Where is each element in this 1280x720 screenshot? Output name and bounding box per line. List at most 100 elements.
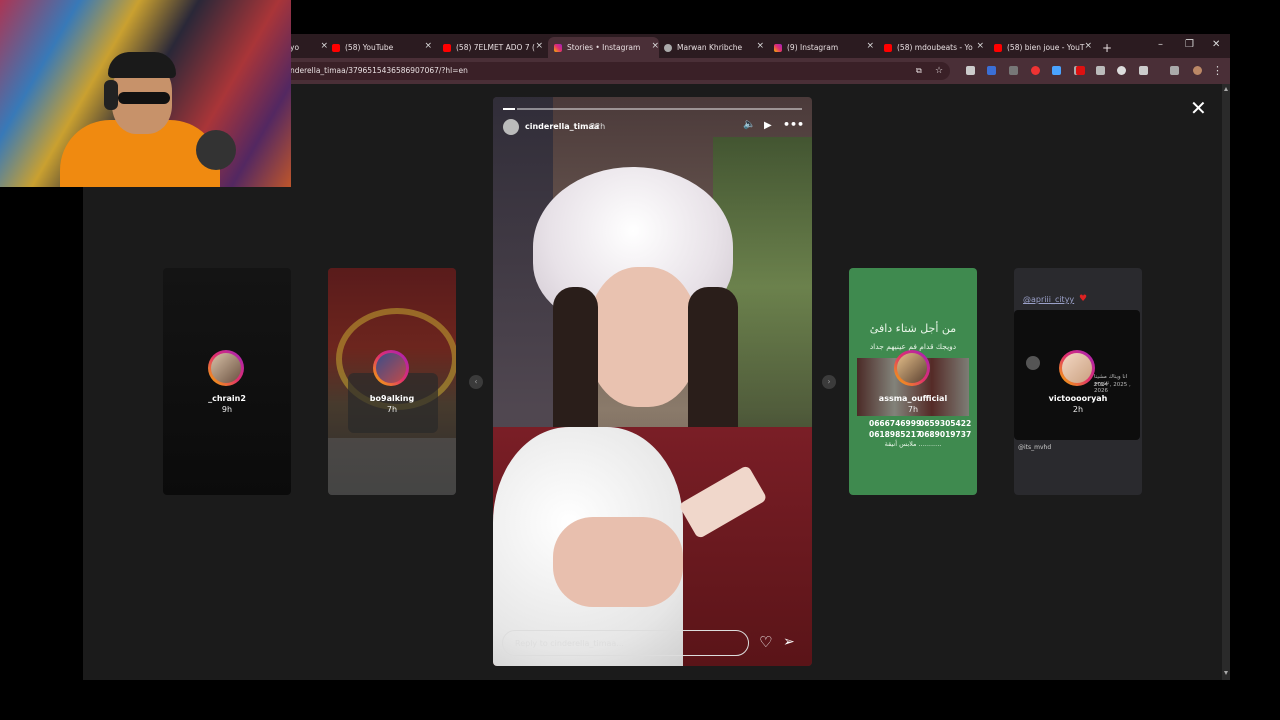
instagram-icon: [774, 43, 782, 52]
browser-tab[interactable]: (58) bien joue - YouT ×: [994, 37, 1092, 58]
tab-label: (9) Instagram: [787, 43, 839, 52]
tab-label: (58) mdoubeats - Yo: [897, 43, 973, 52]
ublock-icon[interactable]: [1076, 66, 1085, 75]
story-username: _chrain2: [208, 394, 246, 403]
story-time: 7h: [907, 405, 919, 414]
volume-icon[interactable]: 🔈: [743, 119, 755, 130]
red-heart-icon: ♥: [1079, 294, 1088, 304]
extension-icon[interactable]: [1009, 66, 1018, 75]
webcam-overlay: [0, 0, 291, 187]
youtube-icon: [443, 43, 451, 52]
stairs-graphic: [328, 438, 456, 495]
close-tab-icon[interactable]: ×: [320, 41, 328, 51]
embedded-caption-years: 2024 , 2025 , 2026: [1094, 382, 1131, 394]
bookmark-star-icon[interactable]: ☆: [935, 62, 943, 80]
progress-segment-filled: [503, 108, 515, 110]
browser-tab[interactable]: (58) mdoubeats - Yo ×: [884, 37, 984, 58]
close-tab-icon[interactable]: ×: [1084, 41, 1092, 51]
instagram-icon: [554, 43, 562, 52]
next-story-button[interactable]: ›: [822, 375, 836, 389]
like-heart-icon[interactable]: ♡: [759, 633, 772, 651]
story-avatar: [373, 350, 409, 386]
side-story-card[interactable]: @apriii_cityy ♥ انا ويناك مشينا نتزوجو 2…: [1014, 268, 1142, 495]
profile-avatar[interactable]: [1193, 66, 1202, 75]
browser-toolbar: nderella_timaa/3796515436586907067/?hl=e…: [290, 58, 1230, 84]
download-icon[interactable]: [1096, 66, 1105, 75]
phone-number: 0689019737: [919, 430, 972, 439]
extension-icon[interactable]: [987, 66, 996, 75]
avatar-icon: [664, 43, 672, 52]
browser-tab-bar: yo × (58) YouTube × (58) 7ELMET ADO 7 ( …: [290, 34, 1230, 58]
minimize-button[interactable]: –: [1158, 39, 1163, 50]
embedded-post-avatar: [1026, 356, 1040, 370]
story-username: bo9alking: [369, 394, 415, 403]
media-control-icon[interactable]: [1170, 66, 1179, 75]
scroll-up-icon[interactable]: [1224, 87, 1228, 91]
face: [588, 267, 698, 407]
story-time: 9h: [221, 405, 233, 414]
play-icon[interactable]: ▶: [764, 120, 772, 131]
headphones: [104, 80, 118, 110]
youtube-icon: [332, 43, 340, 52]
phone-number: 0618985217: [869, 430, 922, 439]
close-viewer-button[interactable]: ✕: [1190, 96, 1207, 120]
url-text: nderella_timaa/3796515436586907067/?hl=e…: [290, 66, 468, 75]
tab-label: Stories • Instagram: [567, 43, 641, 52]
share-send-icon[interactable]: ➢: [783, 634, 795, 650]
story-author-username[interactable]: cinderella_timaa: [525, 122, 599, 131]
extension-icon[interactable]: [1117, 66, 1126, 75]
browser-tab[interactable]: Marwan Khribche ×: [664, 37, 764, 58]
scroll-down-icon[interactable]: [1224, 671, 1228, 675]
browser-tab-active[interactable]: Stories • Instagram ×: [548, 37, 659, 58]
close-tab-icon[interactable]: ×: [756, 41, 764, 51]
extension-icon[interactable]: [1031, 66, 1040, 75]
scrollbar[interactable]: [1222, 84, 1230, 680]
tab-label: (58) YouTube: [345, 43, 394, 52]
main-story[interactable]: cinderella_timaa 22h 🔈 ▶ •••: [493, 97, 812, 666]
close-tab-icon[interactable]: ×: [424, 41, 432, 51]
more-options-icon[interactable]: •••: [783, 118, 804, 131]
phone-number: 0659305422: [919, 419, 972, 428]
new-tab-button[interactable]: +: [1102, 37, 1116, 58]
extensions-puzzle-icon[interactable]: [1139, 66, 1148, 75]
browser-tab[interactable]: (9) Instagram ×: [774, 37, 874, 58]
tab-label: (58) bien joue - YouT: [1007, 43, 1085, 52]
close-tab-icon[interactable]: ×: [976, 41, 984, 51]
browser-tab[interactable]: (58) YouTube ×: [332, 37, 432, 58]
extension-icon[interactable]: [1052, 66, 1061, 75]
overlay-title: من أجل شتاء دافئ: [869, 322, 957, 335]
story-author-avatar[interactable]: [503, 119, 519, 135]
sunglasses: [118, 92, 170, 104]
install-app-icon[interactable]: ⧉: [916, 62, 922, 80]
microphone: [196, 130, 236, 170]
mention-text: @apriii_cityy: [1023, 295, 1075, 304]
hand-holding-lipstick: [553, 517, 683, 607]
side-story-card[interactable]: bo9alking 7h: [328, 268, 456, 495]
browser-tab[interactable]: (58) 7ELMET ADO 7 ( ×: [443, 37, 543, 58]
streamer-hair: [108, 52, 176, 78]
phone-number: 0666746999: [869, 419, 922, 428]
extension-icon[interactable]: [966, 66, 975, 75]
previous-story-button[interactable]: ‹: [469, 375, 483, 389]
progress-segments: [517, 108, 802, 110]
menu-dots-icon[interactable]: ⋮: [1212, 64, 1223, 77]
story-time: 2h: [1072, 405, 1084, 414]
address-bar[interactable]: nderella_timaa/3796515436586907067/?hl=e…: [290, 62, 950, 80]
browser-tab[interactable]: yo ×: [290, 37, 328, 58]
story-avatar: [208, 350, 244, 386]
close-tab-icon[interactable]: ×: [866, 41, 874, 51]
story-username: assma_oufficial: [878, 394, 948, 403]
window-close-button[interactable]: ✕: [1212, 39, 1220, 50]
side-story-card[interactable]: _chrain2 9h: [163, 268, 291, 495]
youtube-icon: [884, 43, 892, 52]
close-tab-icon[interactable]: ×: [535, 41, 543, 51]
tab-label: yo: [290, 43, 300, 52]
reply-input[interactable]: Reply to cinderella_timaa...: [502, 630, 749, 656]
restore-button[interactable]: ❐: [1185, 39, 1194, 50]
close-tab-icon[interactable]: ×: [651, 41, 659, 51]
youtube-icon: [994, 43, 1002, 52]
story-time: 22h: [590, 122, 606, 131]
story-avatar: [1059, 350, 1095, 386]
side-story-card[interactable]: من أجل شتاء دافئ دويجك قدام فم عينيهم جد…: [849, 268, 977, 495]
tab-label: (58) 7ELMET ADO 7 (: [456, 43, 535, 52]
